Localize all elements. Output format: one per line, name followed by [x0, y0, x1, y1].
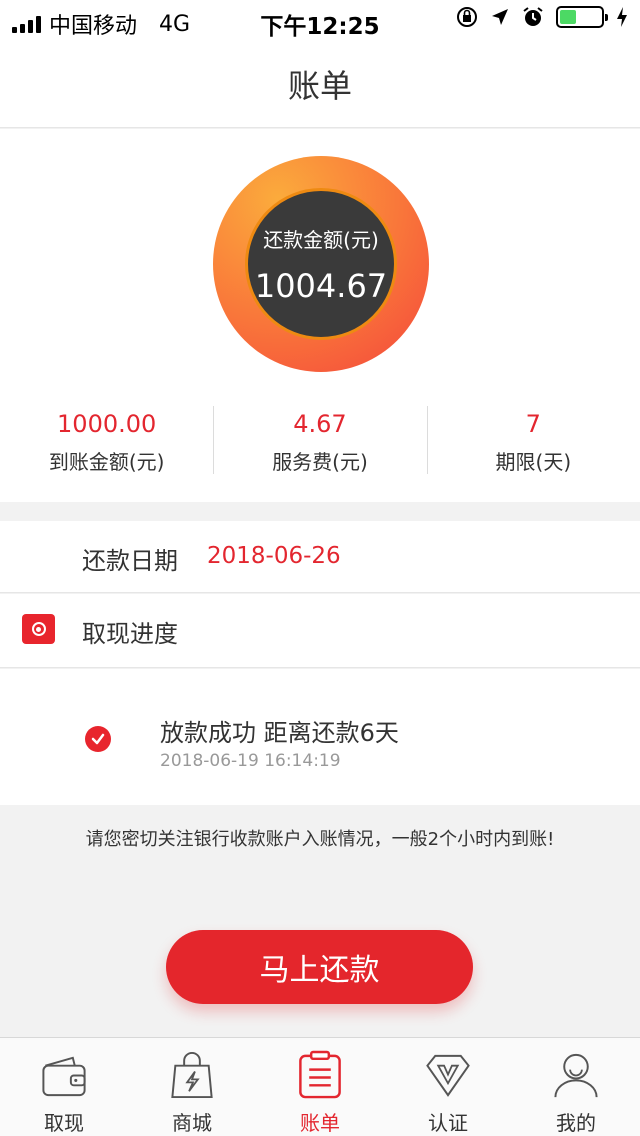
status-bar: 中国移动 4G 下午12:25 [0, 0, 640, 40]
tab-label: 取现 [44, 1111, 84, 1135]
tab-mine[interactable]: 我的 [512, 1038, 640, 1136]
progress-icon [22, 614, 55, 644]
withdraw-progress-header: 取现进度 [0, 594, 640, 668]
tab-label: 账单 [300, 1111, 340, 1135]
verify-icon [426, 1054, 470, 1097]
battery-icon [556, 6, 608, 28]
loan-status-time: 2018-06-19 16:14:19 [160, 751, 341, 771]
tab-label: 认证 [428, 1111, 468, 1135]
location-icon [492, 9, 508, 25]
stat-received-amount: 1000.00 到账金额(元) [0, 404, 213, 474]
rotation-lock-icon [457, 7, 477, 27]
repay-amount-label: 还款金额(元) [263, 227, 379, 252]
tab-label: 我的 [556, 1111, 596, 1135]
user-icon [554, 1053, 598, 1098]
repay-amount-value: 1004.67 [254, 266, 388, 305]
stat-label: 到账金额(元) [48, 450, 165, 474]
repay-date-label: 还款日期 [82, 547, 178, 575]
bill-stats: 1000.00 到账金额(元) 4.67 服务费(元) 7 期限(天) [0, 404, 640, 474]
nav-bar: 账单 [0, 40, 640, 128]
repay-date-row: 还款日期 2018-06-26 [0, 521, 640, 593]
tab-withdraw[interactable]: 取现 [0, 1038, 128, 1136]
tab-bar: 取现 商城 账单 认证 我的 [0, 1037, 640, 1136]
notice-text: 请您密切关注银行收款账户入账情况，一般2个小时内到账! [85, 829, 555, 850]
stat-service-fee: 4.67 服务费(元) [213, 404, 426, 474]
repay-amount-center: 还款金额(元) 1004.67 [245, 188, 397, 340]
stat-label: 服务费(元) [272, 450, 368, 474]
tab-mall[interactable]: 商城 [128, 1038, 256, 1136]
shopping-bag-icon [171, 1052, 213, 1099]
tab-label: 商城 [172, 1111, 212, 1135]
stat-term: 7 期限(天) [426, 404, 640, 474]
page-title: 账单 [287, 66, 352, 105]
tab-bill[interactable]: 账单 [256, 1038, 384, 1136]
stat-value: 7 [525, 410, 541, 438]
repay-now-button[interactable]: 马上还款 [166, 930, 473, 1004]
loan-status-title: 放款成功 距离还款6天 [160, 719, 399, 747]
stat-label: 期限(天) [495, 450, 572, 474]
alarm-icon [523, 7, 543, 26]
progress-label: 取现进度 [82, 620, 178, 648]
status-bar-right [456, 6, 628, 28]
charging-icon [617, 7, 627, 27]
tab-verify[interactable]: 认证 [384, 1038, 512, 1136]
bill-icon [299, 1050, 341, 1099]
bill-summary: 还款金额(元) 1004.67 1000.00 到账金额(元) 4.67 服务费… [0, 129, 640, 502]
loan-status-row: 放款成功 距离还款6天 2018-06-19 16:14:19 [0, 669, 640, 805]
stat-value: 4.67 [293, 410, 347, 438]
repay-date-value: 2018-06-26 [207, 543, 341, 569]
check-icon [85, 726, 111, 752]
wallet-icon [42, 1056, 86, 1097]
stat-value: 1000.00 [57, 410, 157, 438]
repay-amount-ring: 还款金额(元) 1004.67 [213, 156, 429, 372]
